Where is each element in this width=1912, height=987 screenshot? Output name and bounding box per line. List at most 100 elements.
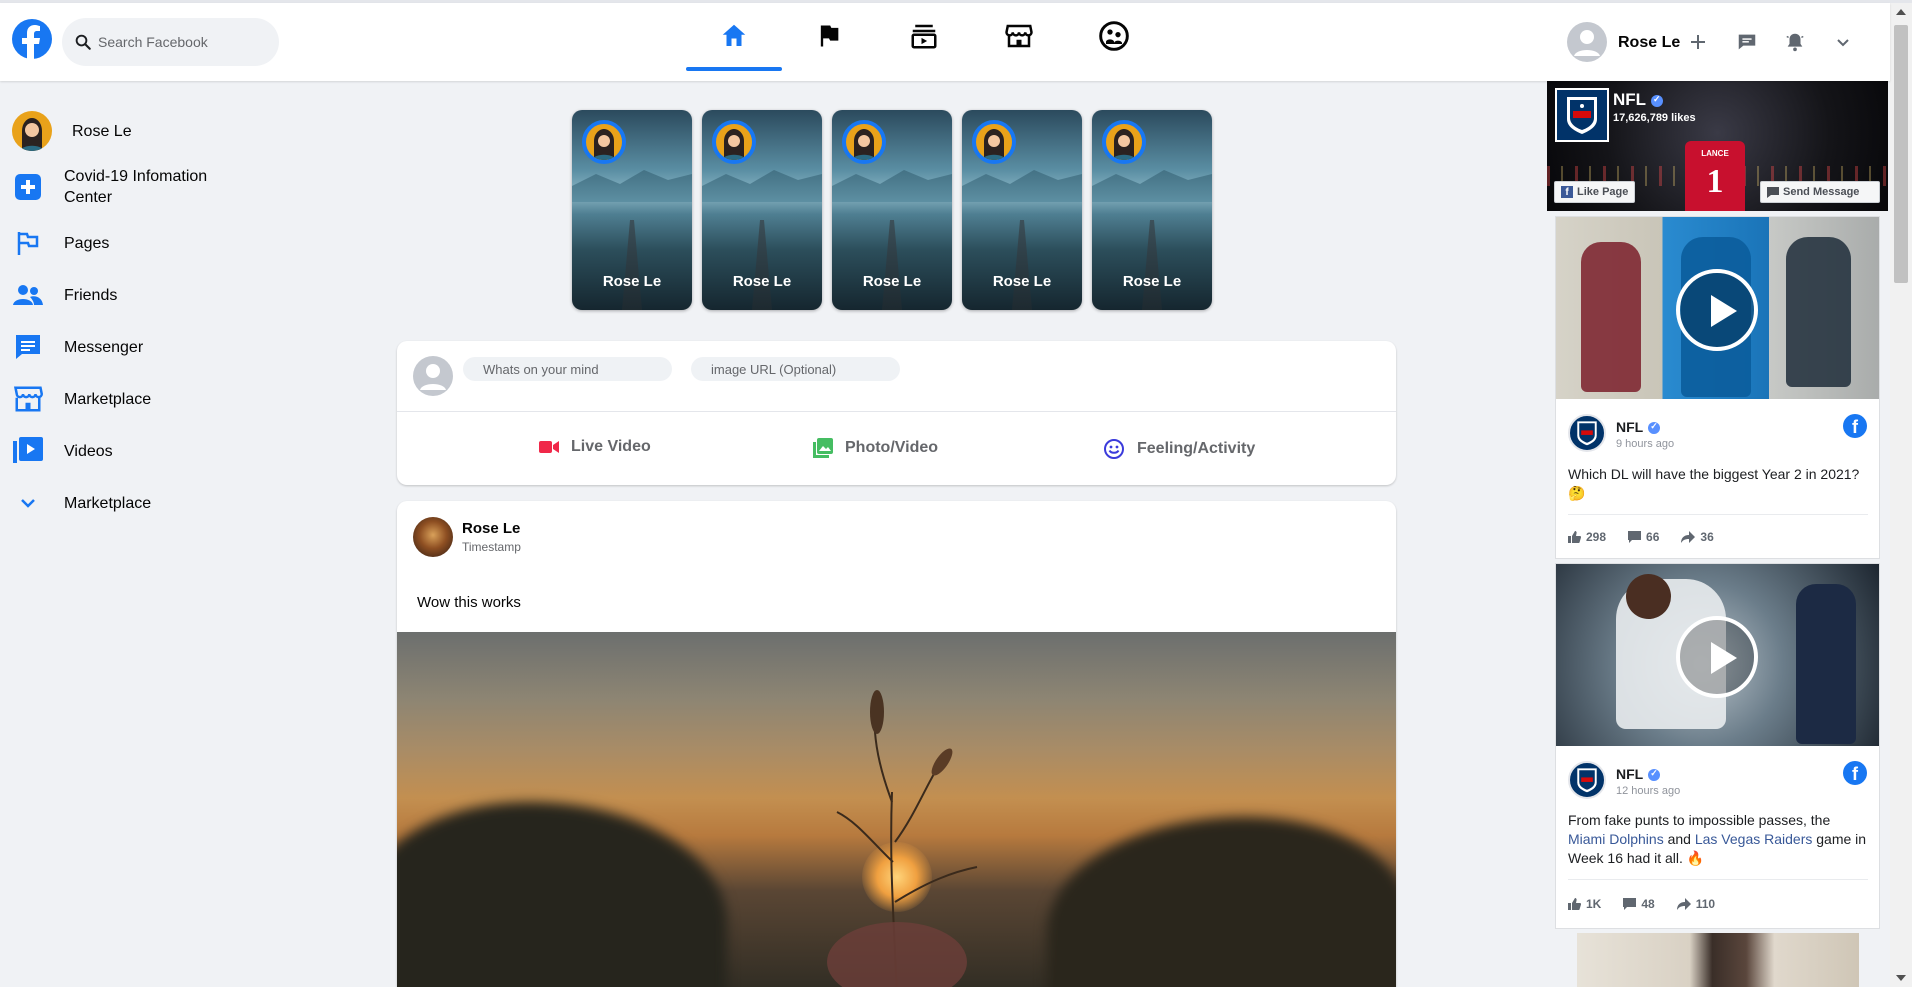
divider [1568, 879, 1868, 880]
tab-watch[interactable] [876, 3, 972, 69]
avatar [582, 120, 626, 164]
sidebar-item-friends[interactable]: Friends [0, 269, 250, 321]
story-card[interactable]: Rose Le [1092, 110, 1212, 310]
like-page-label: Like Page [1577, 186, 1629, 198]
store-icon [12, 383, 44, 415]
post-text: Wow this works [417, 594, 521, 611]
right-column-ads: LANCE 1 NFL 17,626,789 likes f Like Page… [1547, 81, 1888, 987]
verified-badge-icon [1651, 94, 1664, 107]
nfl-logo-icon[interactable] [1555, 88, 1609, 142]
tab-home[interactable] [686, 3, 782, 71]
story-card[interactable]: Rose Le [832, 110, 952, 310]
like-count[interactable]: 1K [1568, 897, 1601, 911]
photo-video-button[interactable]: Photo/Video [813, 438, 938, 458]
image-url-input[interactable] [691, 357, 900, 381]
sidebar-item-covid-center[interactable]: Covid-19 Infomation Center [0, 157, 250, 217]
story-author-name: Rose Le [1122, 273, 1182, 290]
post-author-name[interactable]: Rose Le [462, 520, 520, 537]
nfl-page-cover[interactable]: LANCE 1 NFL 17,626,789 likes f Like Page… [1547, 81, 1888, 211]
account-menu-chevron-down-icon[interactable] [1829, 28, 1857, 56]
notifications-bell-icon[interactable] [1781, 28, 1809, 56]
facebook-logo-icon[interactable] [12, 19, 52, 59]
post-page-name[interactable]: NFL [1616, 419, 1661, 435]
search-box[interactable] [62, 18, 279, 66]
header-user-name[interactable]: Rose Le [1618, 34, 1680, 52]
story-card[interactable]: Rose Le [962, 110, 1082, 310]
video-thumbnail[interactable] [1556, 217, 1879, 399]
tab-pages[interactable] [781, 3, 877, 69]
sidebar-item-see-more[interactable]: Marketplace [0, 477, 250, 529]
create-icon[interactable] [1684, 28, 1712, 56]
post-composer: Live Video Photo/Video Feeling/Activity [397, 341, 1396, 485]
share-count[interactable]: 110 [1676, 897, 1715, 911]
story-author-name: Rose Le [992, 273, 1052, 290]
sidebar-item-marketplace[interactable]: Marketplace [0, 373, 250, 425]
sidebar-item-label: Messenger [64, 338, 144, 356]
chevron-down-icon [12, 487, 44, 519]
thumbs-up-icon [1568, 531, 1581, 543]
search-input[interactable] [98, 34, 268, 50]
nfl-logo-icon[interactable] [1568, 761, 1606, 799]
tab-marketplace[interactable] [971, 3, 1067, 69]
play-icon [12, 435, 44, 467]
left-sidebar: Rose Le Covid-19 Infomation Center Pages… [0, 105, 250, 529]
facebook-icon[interactable]: f [1843, 761, 1867, 785]
video-camera-icon [539, 441, 559, 453]
sidebar-item-label: Pages [64, 234, 110, 252]
story-card[interactable]: Rose Le [702, 110, 822, 310]
sidebar-item-videos[interactable]: Videos [0, 425, 250, 477]
post-time: 9 hours ago [1616, 438, 1675, 450]
search-icon [75, 34, 91, 50]
nfl-video-post [1555, 933, 1880, 987]
comment-count[interactable]: 66 [1628, 530, 1659, 544]
status-input[interactable] [463, 357, 672, 381]
smiley-icon [1104, 439, 1124, 459]
header-right-section: Rose Le [1567, 3, 1912, 81]
video-thumbnail[interactable] [1556, 564, 1879, 746]
play-button-icon[interactable] [1676, 269, 1758, 351]
nfl-logo-icon[interactable] [1568, 414, 1606, 452]
avatar [413, 356, 453, 396]
send-message-button[interactable]: Send Message [1760, 181, 1880, 203]
people-icon [12, 279, 44, 311]
feed-post: Rose Le Timestamp Wow this works [397, 501, 1396, 987]
verified-badge-icon [1648, 768, 1661, 782]
share-icon [1681, 531, 1696, 543]
feeling-activity-button[interactable]: Feeling/Activity [1103, 438, 1255, 460]
share-count[interactable]: 36 [1681, 530, 1714, 544]
video-thumbnail[interactable] [1577, 933, 1859, 987]
top-navbar: Rose Le [0, 3, 1890, 81]
story-card[interactable]: Rose Le [572, 110, 692, 310]
avatar[interactable] [413, 517, 453, 557]
play-button-icon[interactable] [1676, 616, 1758, 698]
tab-groups[interactable] [1066, 3, 1162, 69]
sidebar-item-pages[interactable]: Pages [0, 217, 250, 269]
divider [1568, 514, 1868, 515]
flag-icon [12, 227, 44, 259]
jersey-number: 1 [1706, 163, 1724, 200]
live-video-button[interactable]: Live Video [539, 438, 651, 456]
story-author-name: Rose Le [732, 273, 792, 290]
like-count[interactable]: 298 [1568, 530, 1606, 544]
post-timestamp: Timestamp [462, 540, 521, 554]
message-icon [1767, 186, 1779, 198]
flag-icon [820, 25, 839, 47]
like-page-button[interactable]: f Like Page [1554, 181, 1636, 203]
facebook-icon[interactable]: f [1843, 414, 1867, 438]
messenger-icon[interactable] [1733, 28, 1761, 56]
sidebar-item-profile[interactable]: Rose Le [0, 105, 250, 157]
avatar[interactable] [1567, 22, 1607, 62]
comment-count[interactable]: 48 [1623, 897, 1655, 911]
stories-row: Rose Le Rose Le Rose Le Rose Le Rose Le [572, 110, 1212, 310]
scroll-down-arrow-icon[interactable] [1896, 975, 1906, 981]
link-miami-dolphins[interactable]: Miami Dolphins [1568, 831, 1664, 847]
page-scrollbar[interactable] [1890, 3, 1912, 987]
post-page-name[interactable]: NFL [1616, 766, 1661, 782]
groups-icon [1099, 21, 1129, 51]
link-las-vegas-raiders[interactable]: Las Vegas Raiders [1695, 831, 1813, 847]
comment-icon [1628, 531, 1642, 543]
page-name[interactable]: NFL [1613, 90, 1664, 110]
sidebar-item-messenger[interactable]: Messenger [0, 321, 250, 373]
chat-icon [12, 331, 44, 363]
post-image[interactable] [397, 632, 1396, 987]
